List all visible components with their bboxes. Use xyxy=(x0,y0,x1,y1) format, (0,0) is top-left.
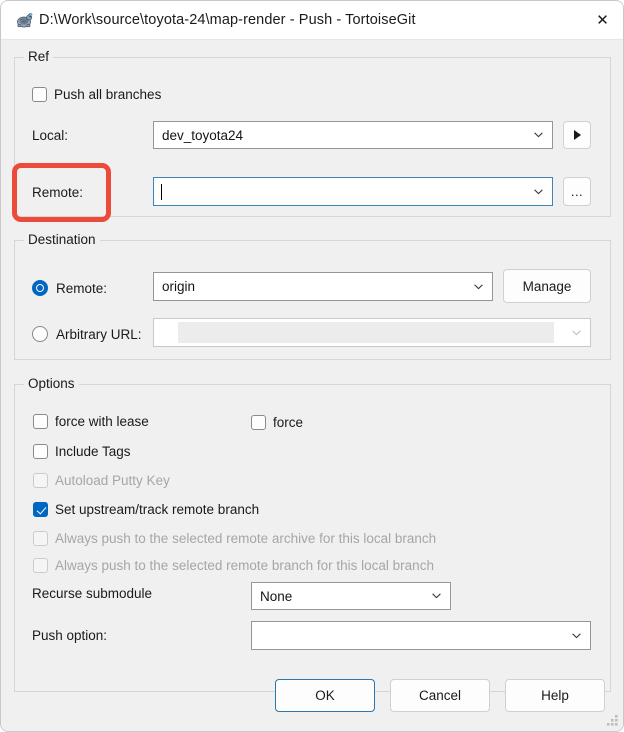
text-caret xyxy=(161,183,162,200)
options-group-label: Options xyxy=(24,376,79,391)
help-button[interactable]: Help xyxy=(505,679,605,712)
remote-branch-browse-button[interactable]: ... xyxy=(563,177,591,206)
chevron-down-icon xyxy=(534,132,543,138)
remote-branch-combo[interactable] xyxy=(153,177,553,206)
checkbox-box xyxy=(33,558,48,573)
resize-grip[interactable] xyxy=(606,714,619,727)
destination-remote-combo[interactable]: origin xyxy=(153,272,493,301)
force-with-lease-label: force with lease xyxy=(55,414,149,429)
remote-branch-label: Remote: xyxy=(32,185,84,200)
titlebar: D:\Work\source\toyota-24\map-render - Pu… xyxy=(1,1,623,40)
always-push-remote-branch-label: Always push to the selected remote branc… xyxy=(55,558,434,573)
cancel-button-label: Cancel xyxy=(418,688,462,703)
chevron-down-icon xyxy=(572,632,581,639)
arbitrary-url-field xyxy=(178,322,554,343)
window-title: D:\Work\source\toyota-24\map-render - Pu… xyxy=(39,12,416,28)
chevron-down-icon xyxy=(474,283,483,290)
checkbox-box xyxy=(33,414,48,429)
ellipsis-icon: ... xyxy=(570,184,584,199)
local-branch-value: dev_toyota24 xyxy=(162,127,244,143)
always-push-remote-archive-label: Always push to the selected remote archi… xyxy=(55,531,437,546)
push-all-branches-label: Push all branches xyxy=(54,87,162,102)
radio-circle xyxy=(32,280,48,296)
autoload-putty-key-checkbox: Autoload Putty Key xyxy=(33,473,170,488)
local-label: Local: xyxy=(32,128,69,143)
ok-button-label: OK xyxy=(315,688,335,703)
close-icon: ✕ xyxy=(596,10,609,29)
push-dialog-window: D:\Work\source\toyota-24\map-render - Pu… xyxy=(0,0,624,732)
close-button[interactable]: ✕ xyxy=(580,1,623,39)
destination-remote-radio[interactable]: Remote: xyxy=(32,280,107,296)
push-all-branches-checkbox[interactable]: Push all branches xyxy=(32,87,161,102)
include-tags-checkbox[interactable]: Include Tags xyxy=(33,444,131,459)
recurse-submodule-combo[interactable]: None xyxy=(251,582,451,610)
checkbox-box xyxy=(33,531,48,546)
tortoisegit-turtle-icon xyxy=(15,12,33,29)
force-checkbox[interactable]: force xyxy=(251,415,303,430)
always-push-remote-branch-checkbox: Always push to the selected remote branc… xyxy=(33,558,434,573)
push-option-combo[interactable] xyxy=(251,621,591,650)
push-option-label: Push option: xyxy=(32,628,108,643)
manage-remotes-button[interactable]: Manage xyxy=(503,269,591,303)
ref-group-label: Ref xyxy=(24,49,54,64)
include-tags-label: Include Tags xyxy=(55,444,131,459)
set-upstream-checkbox[interactable]: Set upstream/track remote branch xyxy=(33,502,259,517)
destination-arbitrary-url-label: Arbitrary URL: xyxy=(56,326,142,342)
set-upstream-label: Set upstream/track remote branch xyxy=(55,502,260,517)
chevron-down-icon xyxy=(432,593,441,599)
recurse-submodule-label: Recurse submodule xyxy=(32,586,153,601)
checkbox-box xyxy=(33,473,48,488)
radio-circle xyxy=(32,326,48,342)
manage-button-label: Manage xyxy=(522,278,572,294)
recurse-submodule-value: None xyxy=(260,588,293,604)
destination-arbitrary-url-radio[interactable]: Arbitrary URL: xyxy=(32,326,142,342)
dialog-body: Ref Push all branches Local: dev_toyota2… xyxy=(1,40,623,731)
checkbox-box xyxy=(33,502,48,517)
play-triangle-icon xyxy=(573,130,581,140)
ok-button[interactable]: OK xyxy=(275,679,375,712)
cancel-button[interactable]: Cancel xyxy=(390,679,490,712)
local-branch-browse-button[interactable] xyxy=(563,121,591,149)
destination-remote-label: Remote: xyxy=(56,280,108,296)
destination-group-label: Destination xyxy=(24,232,100,247)
help-button-label: Help xyxy=(541,688,569,703)
autoload-putty-key-label: Autoload Putty Key xyxy=(55,473,170,488)
force-with-lease-checkbox[interactable]: force with lease xyxy=(33,414,149,429)
local-branch-combo[interactable]: dev_toyota24 xyxy=(153,121,553,149)
force-label: force xyxy=(273,415,304,430)
checkbox-box xyxy=(33,444,48,459)
always-push-remote-archive-checkbox: Always push to the selected remote archi… xyxy=(33,531,436,546)
arbitrary-url-combo[interactable] xyxy=(153,318,591,347)
checkbox-box xyxy=(32,87,47,102)
chevron-down-icon xyxy=(534,188,543,195)
checkbox-box xyxy=(251,415,266,430)
chevron-down-icon xyxy=(572,329,581,336)
destination-remote-value: origin xyxy=(162,279,196,294)
